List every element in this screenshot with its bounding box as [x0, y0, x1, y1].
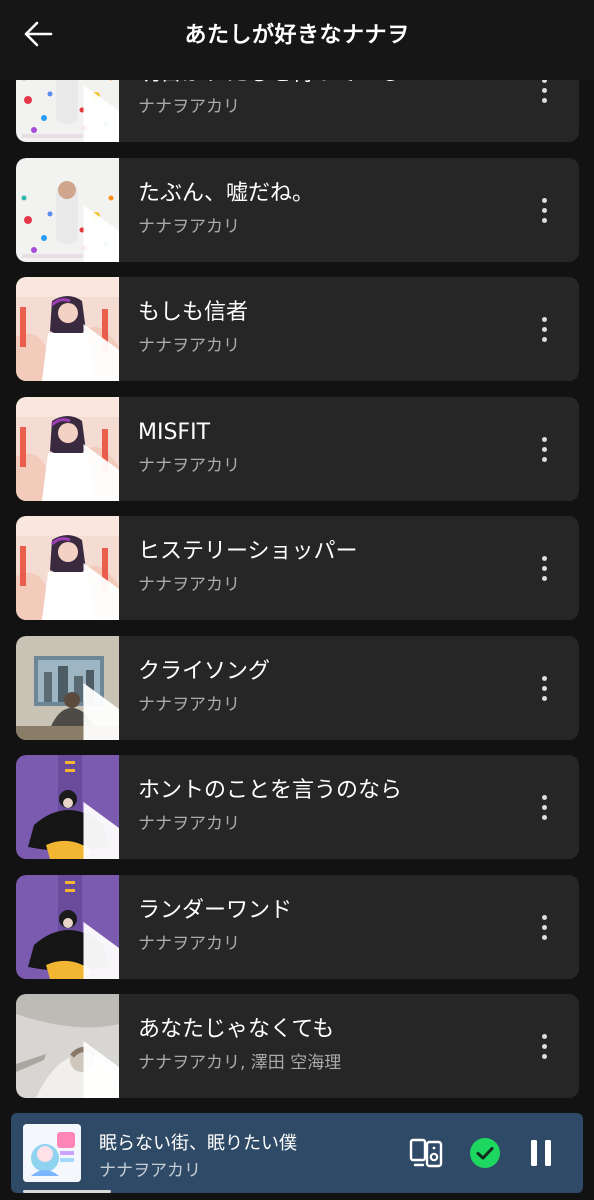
track-text: もしも信者ナナヲアカリ: [138, 299, 519, 357]
track-text: クライソングナナヲアカリ: [138, 658, 519, 716]
album-artwork: [16, 636, 119, 740]
cast-device-icon: [409, 1138, 443, 1168]
play-icon: [83, 444, 119, 501]
track-artist: ナナヲアカリ: [138, 336, 240, 356]
track-row[interactable]: ホントのことを言うのならナナヲアカリ: [16, 755, 579, 859]
track-row[interactable]: MISFIT ナナヲアカリ: [16, 397, 579, 501]
now-playing-bar[interactable]: 眠らない街、眠りたい僕 ナナヲアカリ: [11, 1113, 583, 1193]
check-circle-icon: [470, 1138, 500, 1168]
track-text: ランダーワンドナナヲアカリ: [138, 897, 519, 955]
pause-icon: [531, 1140, 551, 1166]
play-icon: [83, 802, 119, 859]
play-icon: [83, 922, 119, 979]
track-text: MISFIT ナナヲアカリ: [138, 419, 519, 477]
album-artwork: [16, 755, 119, 859]
now-playing-title: 眠らない街、眠りたい僕: [99, 1133, 297, 1154]
more-vertical-icon[interactable]: [531, 907, 557, 947]
album-artwork: [16, 875, 119, 979]
top-bar: あたしが好きなナナヲ: [0, 0, 594, 80]
track-text: たぶん、嘘だね。ナナヲアカリ: [138, 180, 519, 238]
more-vertical-icon[interactable]: [531, 1026, 557, 1066]
album-artwork: [16, 158, 119, 262]
track-artist: ナナヲアカリ: [138, 97, 240, 117]
more-vertical-icon[interactable]: [531, 787, 557, 827]
album-artwork: [16, 397, 119, 501]
track-list: 明日がわたしを待っているナナヲアカリたぶん、嘘だね。ナナヲアカリもしも信者ナナヲ…: [0, 0, 594, 1112]
track-title: クライソング: [138, 659, 271, 684]
track-text: ヒステリーショッパーナナヲアカリ: [138, 538, 519, 596]
track-title: もしも信者: [138, 300, 249, 325]
more-vertical-icon[interactable]: [531, 668, 557, 708]
page-title: あたしが好きなナナヲ: [184, 23, 410, 48]
connect-device-button[interactable]: [407, 1133, 447, 1173]
track-row[interactable]: ヒステリーショッパーナナヲアカリ: [16, 516, 579, 620]
track-artist: ナナヲアカリ: [138, 575, 240, 595]
album-artwork: [16, 994, 119, 1098]
track-title: あなたじゃなくても: [138, 1017, 335, 1042]
track-title: ホントのことを言うのなら: [138, 778, 403, 803]
now-playing-artwork: [23, 1124, 81, 1182]
play-icon: [83, 1041, 119, 1098]
track-row[interactable]: たぶん、嘘だね。ナナヲアカリ: [16, 158, 579, 262]
play-icon: [83, 683, 119, 740]
track-title: MISFIT: [138, 420, 211, 445]
track-title: ランダーワンド: [138, 898, 293, 923]
more-vertical-icon[interactable]: [531, 190, 557, 230]
track-title: たぶん、嘘だね。: [138, 181, 315, 206]
saved-toggle-button[interactable]: [465, 1133, 505, 1173]
play-icon: [83, 563, 119, 620]
track-artist: ナナヲアカリ: [138, 456, 240, 476]
track-row[interactable]: もしも信者ナナヲアカリ: [16, 277, 579, 381]
now-playing-artist: ナナヲアカリ: [99, 1161, 201, 1181]
pause-button[interactable]: [521, 1133, 561, 1173]
track-artist: ナナヲアカリ: [138, 934, 240, 954]
play-icon: [83, 205, 119, 262]
playback-progress-track[interactable]: [11, 1190, 583, 1193]
track-row[interactable]: クライソングナナヲアカリ: [16, 636, 579, 740]
album-artwork: [16, 277, 119, 381]
track-artist: ナナヲアカリ, 澤田 空海理: [138, 1053, 342, 1073]
play-icon: [83, 324, 119, 381]
track-artist: ナナヲアカリ: [138, 217, 240, 237]
track-title: ヒステリーショッパー: [138, 539, 358, 564]
track-row[interactable]: ランダーワンドナナヲアカリ: [16, 875, 579, 979]
playback-progress-fill: [23, 1190, 111, 1193]
track-text: あなたじゃなくてもナナヲアカリ, 澤田 空海理: [138, 1016, 519, 1074]
track-row[interactable]: あなたじゃなくてもナナヲアカリ, 澤田 空海理: [16, 994, 579, 1098]
track-artist: ナナヲアカリ: [138, 695, 240, 715]
track-artist: ナナヲアカリ: [138, 814, 240, 834]
more-vertical-icon[interactable]: [531, 429, 557, 469]
more-vertical-icon[interactable]: [531, 548, 557, 588]
album-artwork: [16, 516, 119, 620]
play-icon: [83, 85, 119, 142]
track-text: ホントのことを言うのならナナヲアカリ: [138, 777, 519, 835]
more-vertical-icon[interactable]: [531, 309, 557, 349]
